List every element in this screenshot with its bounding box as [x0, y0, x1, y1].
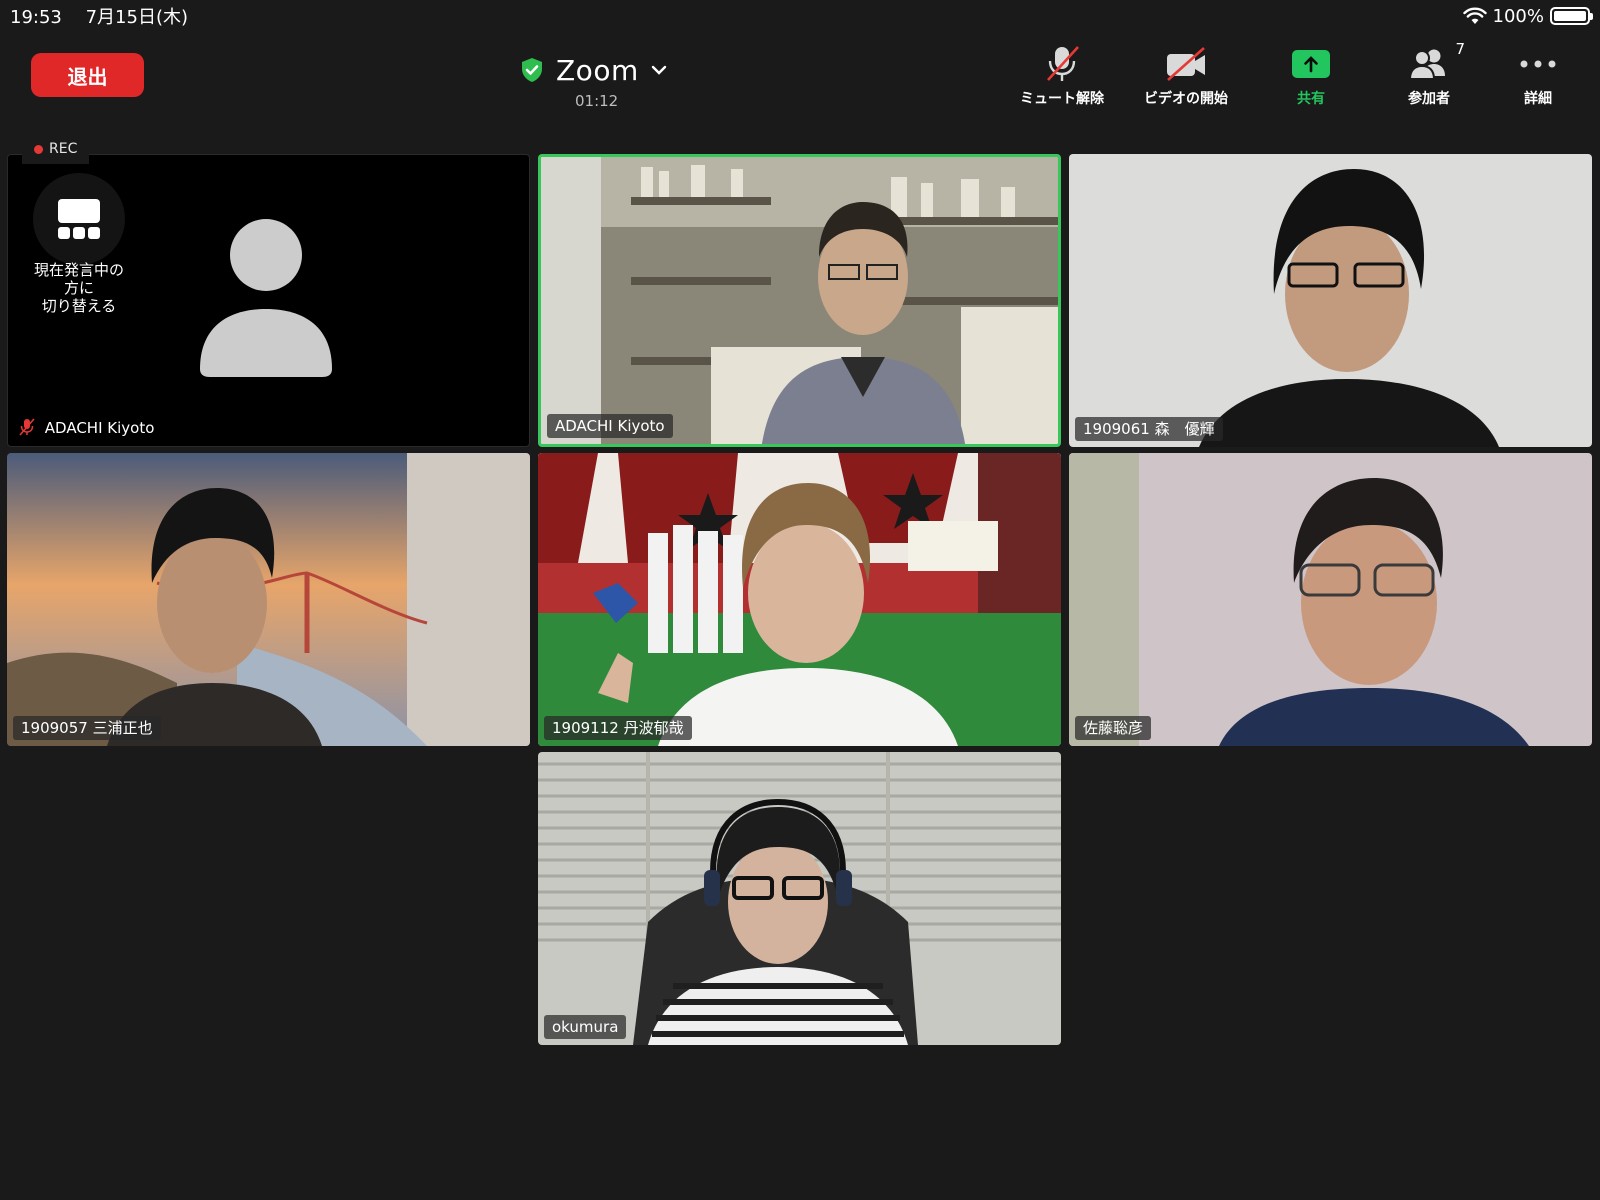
participant-name-tag: ADACHI Kiyoto	[547, 414, 673, 438]
start-video-button[interactable]: ビデオの開始	[1126, 44, 1246, 114]
video-tile[interactable]: 佐藤聡彦	[1069, 453, 1592, 746]
video-tile[interactable]: 1909112 丹波郁哉	[538, 453, 1061, 746]
recording-label: REC	[49, 141, 78, 157]
participant-name-tag: 1909057 三浦正也	[13, 716, 161, 740]
more-button[interactable]: 詳細	[1478, 44, 1598, 114]
share-label: 共有	[1297, 91, 1325, 107]
meeting-elapsed-time: 01:12	[575, 92, 619, 110]
video-tile[interactable]: 1909057 三浦正也	[7, 453, 530, 746]
share-button[interactable]: 共有	[1251, 44, 1371, 114]
video-feed	[538, 752, 1061, 1045]
shield-check-icon	[522, 58, 542, 82]
date: 7月15日(木)	[85, 7, 189, 28]
avatar-placeholder-icon	[200, 219, 332, 377]
participants-icon	[1408, 49, 1445, 80]
more-dots-icon	[1520, 60, 1556, 68]
video-tile-active-speaker[interactable]: ADACHI Kiyoto	[538, 154, 1061, 447]
video-feed	[538, 453, 1061, 746]
meeting-title[interactable]: Zoom	[520, 50, 690, 90]
participants-count: 7	[1455, 40, 1465, 58]
clock: 19:53	[10, 7, 62, 28]
video-feed	[7, 453, 530, 746]
microphone-muted-icon	[1047, 46, 1079, 81]
video-feed	[1069, 453, 1592, 746]
participant-name-tag: 1909061 森 優輝	[1075, 417, 1223, 441]
recording-indicator: REC	[22, 134, 90, 164]
battery-icon	[1550, 7, 1593, 25]
video-tile[interactable]: 1909061 森 優輝	[1069, 154, 1592, 447]
more-label: 詳細	[1524, 91, 1552, 107]
microphone-muted-icon	[19, 418, 35, 436]
video-feed	[541, 157, 1058, 444]
video-feed	[1069, 154, 1592, 447]
participants-label: 参加者	[1408, 91, 1450, 107]
participants-button[interactable]: 7 参加者	[1369, 40, 1489, 114]
switch-to-speaker-view-button[interactable]: 現在発言中の 方に 切り替える	[24, 173, 134, 315]
video-tile[interactable]: okumura	[538, 752, 1061, 1045]
participant-name-tag: 佐藤聡彦	[1075, 716, 1152, 740]
video-camera-off-icon	[1167, 47, 1205, 81]
share-arrow-up-icon	[1292, 50, 1330, 78]
chevron-down-icon	[651, 65, 666, 75]
recording-dot-icon	[34, 144, 43, 154]
unmute-button[interactable]: ミュート解除	[1002, 44, 1122, 114]
wifi-icon	[1462, 7, 1487, 24]
status-bar: 19:53 7月15日(木) 100%	[0, 0, 1600, 32]
battery-percent: 100%	[1492, 5, 1544, 27]
start-video-label: ビデオの開始	[1144, 91, 1228, 107]
participant-name-tag: okumura	[544, 1015, 627, 1039]
meeting-toolbar: 退出 Zoom 01:12 ミュート解除 ビデオの開始 共有 7 参加者 詳細	[0, 36, 1600, 124]
speaker-view-icon	[58, 199, 100, 239]
meeting-name: Zoom	[556, 53, 639, 87]
leave-button[interactable]: 退出	[31, 53, 144, 97]
unmute-label: ミュート解除	[1020, 91, 1104, 107]
participant-name-tag: ADACHI Kiyoto	[18, 416, 162, 440]
participant-name-tag: 1909112 丹波郁哉	[544, 716, 692, 740]
video-tile[interactable]: 現在発言中の 方に 切り替える ADACHI Kiyoto	[7, 154, 530, 447]
switch-view-text: 現在発言中の 方に 切り替える	[33, 261, 124, 315]
